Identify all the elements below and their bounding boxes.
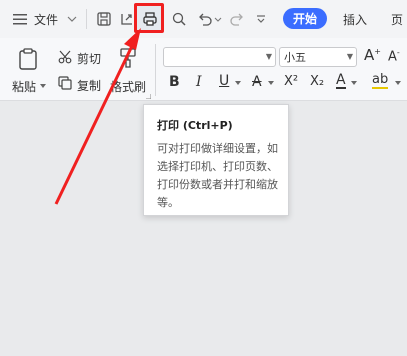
annotation-arrow-icon — [54, 28, 141, 205]
